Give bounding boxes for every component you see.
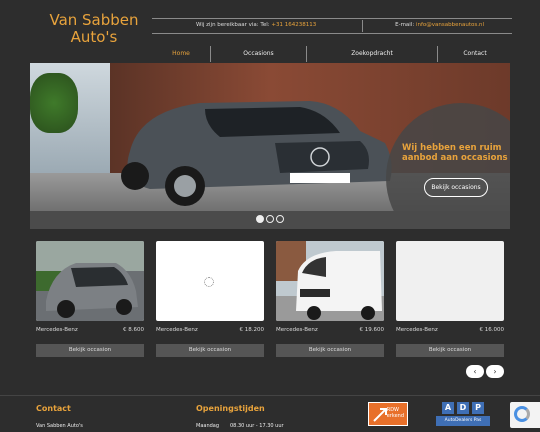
listing-image[interactable]	[36, 241, 144, 321]
listing-card[interactable]: Mercedes-Benz € 19.600 Bekijk occasion	[276, 241, 384, 357]
slider-dots	[30, 211, 510, 229]
listing-card[interactable]: Mercedes-Benz € 16.000 Bekijk occasion	[396, 241, 504, 357]
listing-image[interactable]	[156, 241, 264, 321]
slider-dot-2[interactable]	[266, 215, 274, 223]
hero-car-image	[121, 101, 392, 206]
footer-hours-day: Maandag	[196, 423, 220, 429]
listing-name: Mercedes-Benz	[36, 327, 78, 333]
contact-divider	[362, 20, 363, 32]
footer-hours-title: Openingstijden	[196, 404, 265, 413]
brand-name-line1: Van Sabben	[49, 11, 139, 29]
listing-price: € 18.200	[239, 327, 265, 333]
nav-item-zoekopdracht[interactable]: Zoekopdracht	[307, 46, 437, 62]
phone-link[interactable]: +31 164238113	[271, 22, 316, 28]
brand-name-line2: Auto's	[70, 28, 118, 46]
adp-label: AutoDealers Pas	[436, 416, 490, 426]
contact-email: E-mail: info@vansabbenautos.nl	[395, 22, 484, 28]
nav-item-home[interactable]: Home	[152, 46, 210, 62]
adp-letter: D	[457, 402, 469, 414]
listing-name: Mercedes-Benz	[276, 327, 318, 333]
rdw-label: RDW erkend	[386, 407, 404, 419]
listing-card[interactable]: Mercedes-Benz € 8.600 Bekijk occasion	[36, 241, 144, 357]
nav-item-occasions[interactable]: Occasions	[211, 46, 306, 62]
contact-bar-bottom-divider	[152, 33, 512, 34]
slider-dot-1[interactable]	[256, 215, 264, 223]
listing-image[interactable]	[396, 241, 504, 321]
view-occasion-button[interactable]: Bekijk occasion	[36, 344, 144, 357]
listing-image[interactable]	[276, 241, 384, 321]
rdw-logo[interactable]: RDW erkend	[368, 402, 408, 426]
adp-logo[interactable]: A D P AutoDealers Pas	[436, 402, 490, 428]
view-occasions-button[interactable]: Bekijk occasions	[424, 178, 488, 197]
rdw-arrow-icon	[373, 408, 387, 422]
hero-slider: Wij hebben een ruim aanbod aan occasions…	[30, 63, 510, 229]
footer-contact-title: Contact	[36, 404, 71, 413]
hero-tagline: Wij hebben een ruim aanbod aan occasions	[402, 143, 508, 163]
recaptcha-badge[interactable]	[510, 402, 540, 428]
adp-letter: A	[442, 402, 454, 414]
listing-name: Mercedes-Benz	[396, 327, 438, 333]
grey-hatchback-image	[36, 241, 144, 321]
nav-item-contact[interactable]: Contact	[438, 46, 512, 62]
chevron-left-icon[interactable]: ‹	[466, 365, 484, 378]
listing-card[interactable]: Mercedes-Benz € 18.200 Bekijk occasion	[156, 241, 264, 357]
loading-spinner-icon	[204, 277, 214, 287]
adp-letter: P	[472, 402, 484, 414]
recaptcha-icon	[514, 406, 530, 422]
footer-contact-name: Van Sabben Auto's	[36, 423, 83, 429]
footer-divider	[0, 395, 540, 396]
view-occasion-button[interactable]: Bekijk occasion	[396, 344, 504, 357]
email-link[interactable]: info@vansabbenautos.nl	[416, 22, 484, 28]
view-occasion-button[interactable]: Bekijk occasion	[156, 344, 264, 357]
listing-price: € 8.600	[123, 327, 144, 333]
white-van-image	[276, 241, 384, 321]
main-nav: Home Occasions Zoekopdracht Contact	[152, 46, 512, 62]
view-occasion-button[interactable]: Bekijk occasion	[276, 344, 384, 357]
listing-price: € 16.000	[479, 327, 505, 333]
hero-tree	[30, 73, 78, 133]
slider-dot-3[interactable]	[276, 215, 284, 223]
footer-hours-time: 08.30 uur - 17.30 uur	[230, 423, 284, 429]
chevron-right-icon[interactable]: ›	[486, 365, 504, 378]
contact-bar: Wij zijn bereikbaar via: Tel: +31 164238…	[152, 19, 512, 33]
brand-logo[interactable]: Van Sabben Auto's	[44, 12, 144, 46]
listing-name: Mercedes-Benz	[156, 327, 198, 333]
contact-phone: Wij zijn bereikbaar via: Tel: +31 164238…	[196, 22, 317, 28]
listing-price: € 19.600	[359, 327, 385, 333]
